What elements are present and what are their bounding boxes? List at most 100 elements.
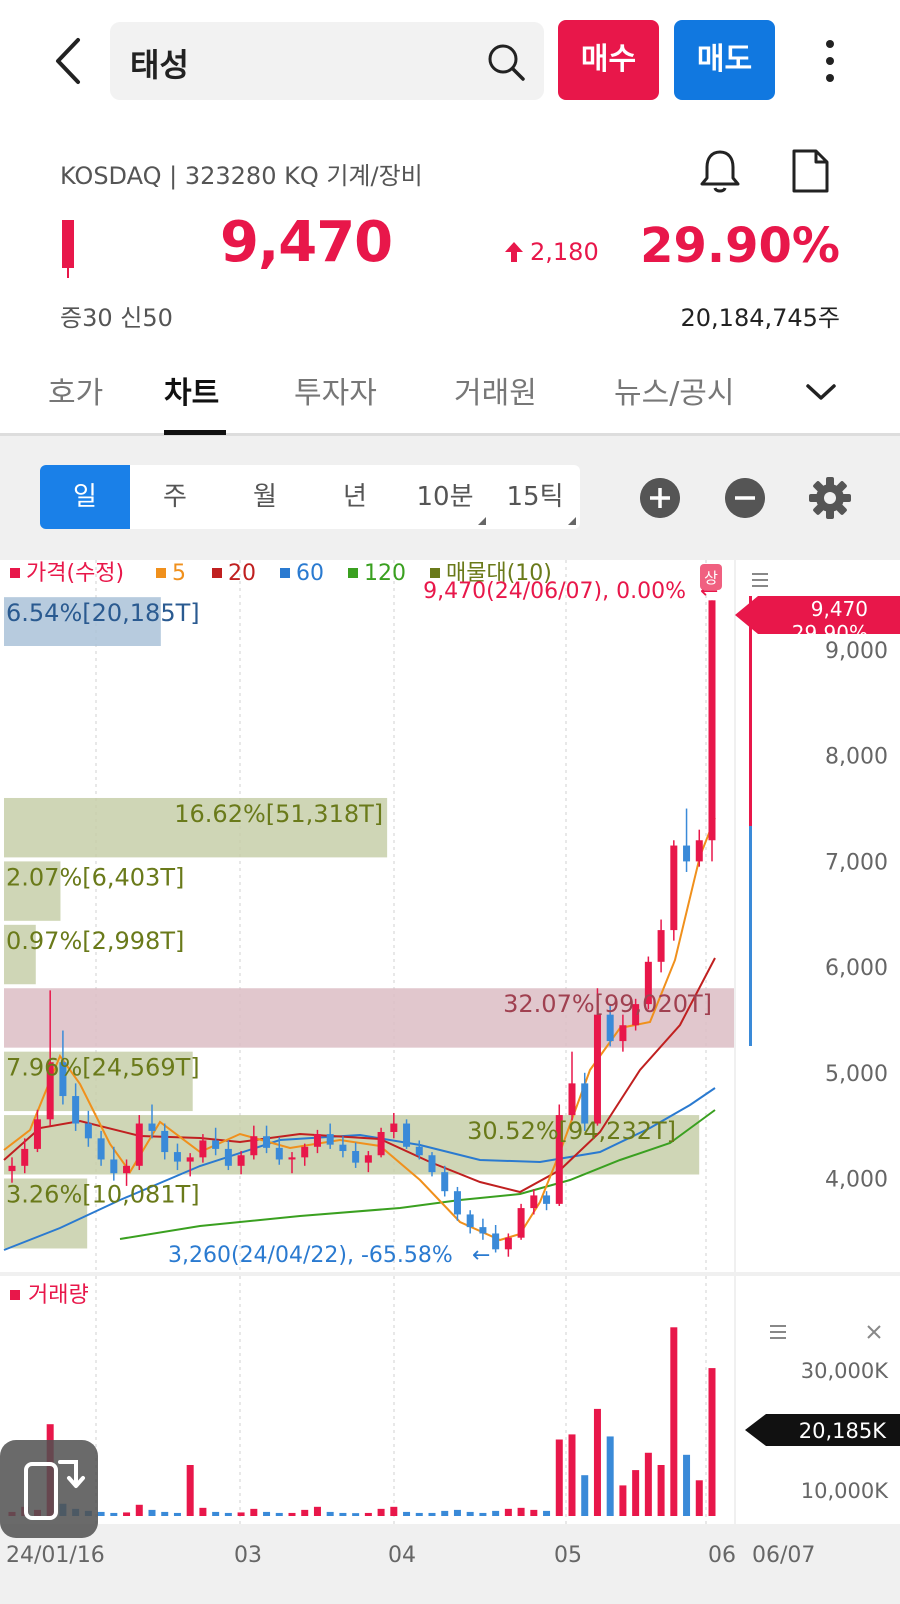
search-icon[interactable] [486, 42, 526, 82]
legend-label: 120 [364, 561, 406, 586]
volume-bar [517, 1507, 525, 1516]
rotate-screen-button[interactable] [0, 1440, 98, 1538]
candle-body [326, 1134, 334, 1145]
gear-icon[interactable] [808, 476, 852, 520]
volume-bar [390, 1506, 398, 1516]
volume-panel-title: 거래량 [28, 1283, 89, 1308]
volume-bar [428, 1512, 436, 1516]
tab-news[interactable]: 뉴스/공시 [614, 368, 735, 412]
zoom-in-icon[interactable] [640, 478, 680, 518]
legend-swatch [212, 568, 222, 578]
candle-body [313, 1134, 321, 1147]
legend-label: 가격(수정) [26, 561, 124, 586]
date-axis-tick: 03 [234, 1543, 262, 1568]
last-price-tag-pct: 29.90% [792, 621, 868, 645]
period-15tick[interactable]: 15틱 [490, 465, 580, 529]
volume-bar [224, 1512, 232, 1516]
volume-bar [250, 1508, 258, 1516]
price-axis-tick: 4,000 [825, 1168, 888, 1193]
candle-body [8, 1165, 16, 1172]
period-monthly[interactable]: 월 [220, 465, 310, 529]
volume-bar [619, 1485, 627, 1516]
price-range-bar-up [749, 596, 752, 826]
date-axis-tick: 06 [708, 1543, 736, 1568]
volume-bar [263, 1511, 271, 1516]
sell-button[interactable]: 매도 [674, 20, 775, 100]
volume-bar [339, 1512, 347, 1516]
price-axis-tick: 8,000 [825, 745, 888, 770]
volume-bar [161, 1511, 169, 1516]
candle-body [352, 1151, 360, 1163]
chevron-down-icon[interactable] [804, 376, 838, 406]
candle-body [568, 1083, 576, 1116]
volume-bar [364, 1512, 372, 1516]
top-header: 태성 매수 매도 [0, 0, 900, 120]
date-axis-tick: 06/07 [752, 1543, 815, 1568]
tab-bar: 호가 차트 투자자 거래원 뉴스/공시 [0, 350, 900, 436]
search-box[interactable]: 태성 [110, 22, 544, 100]
search-query[interactable]: 태성 [130, 40, 189, 86]
candle-body [415, 1146, 423, 1156]
candle-body [606, 1014, 614, 1042]
volume-profile-label: 32.07%[99,020T] [503, 990, 712, 1018]
candle-body [683, 845, 691, 862]
current-price: 9,470 [220, 210, 393, 275]
candle-body [72, 1096, 80, 1124]
volume-bar [695, 1480, 703, 1516]
price-change: 2,180 [504, 238, 599, 266]
volume-bar [301, 1509, 309, 1516]
candle-body [670, 845, 678, 931]
period-10min-label: 10분 [416, 482, 474, 512]
period-yearly[interactable]: 년 [310, 465, 400, 529]
bell-icon[interactable] [698, 148, 742, 194]
price-axis-tick: 6,000 [825, 956, 888, 981]
price-axis-bg [735, 560, 900, 1272]
candle-body [403, 1123, 411, 1147]
candle-body [173, 1152, 181, 1162]
candle-body [21, 1148, 29, 1166]
candle-body [135, 1123, 143, 1166]
more-menu-icon[interactable] [812, 36, 848, 86]
active-tab-indicator [164, 430, 226, 435]
period-weekly[interactable]: 주 [130, 465, 220, 529]
candle-body [364, 1155, 372, 1163]
volume-bar [377, 1508, 385, 1516]
tab-investors[interactable]: 투자자 [294, 368, 377, 412]
document-icon[interactable] [790, 148, 830, 194]
back-arrow-icon[interactable] [48, 36, 88, 86]
period-daily[interactable]: 일 [40, 465, 130, 529]
stock-chart[interactable]: 6.54%[20,185T] 16.62%[51,318T] 2.07%[6,403… [0, 560, 900, 1604]
volume-bar [97, 1511, 105, 1516]
legend-swatch [348, 568, 358, 578]
volume-bar [657, 1465, 665, 1516]
date-axis-tick: 05 [554, 1543, 582, 1568]
volume-bar [313, 1506, 321, 1516]
candle-body [110, 1159, 118, 1174]
legend-swatch [430, 568, 440, 578]
volume-bar [326, 1511, 334, 1516]
candle-body [263, 1136, 271, 1148]
volume-bar [453, 1509, 461, 1516]
market-info: KOSDAQ | 323280 KQ 기계/장비 [60, 162, 423, 190]
candle-body [428, 1155, 436, 1173]
volume-bar [708, 1368, 716, 1516]
volume-bar [403, 1511, 411, 1516]
zoom-out-icon[interactable] [725, 478, 765, 518]
period-10min[interactable]: 10분 [400, 465, 490, 529]
volume-bar [199, 1507, 207, 1516]
legend-label: 5 [172, 561, 186, 586]
period-selector: 일 주 월 년 10분 15틱 [40, 465, 580, 529]
period-15tick-label: 15틱 [506, 482, 564, 512]
volume-tag-value: 20,185K [799, 1419, 887, 1443]
tab-brokers[interactable]: 거래원 [454, 368, 537, 412]
volume-bar [212, 1511, 220, 1516]
tab-chart[interactable]: 차트 [164, 368, 219, 412]
candle-body [530, 1195, 538, 1209]
volume-bar [148, 1509, 156, 1516]
volume-profile-label: 3.26%[10,081T] [6, 1181, 200, 1209]
candle-body [301, 1146, 309, 1158]
candle-body [237, 1155, 245, 1166]
tab-orderbook[interactable]: 호가 [48, 368, 103, 412]
volume-bar [593, 1408, 601, 1516]
buy-button[interactable]: 매수 [558, 20, 659, 100]
